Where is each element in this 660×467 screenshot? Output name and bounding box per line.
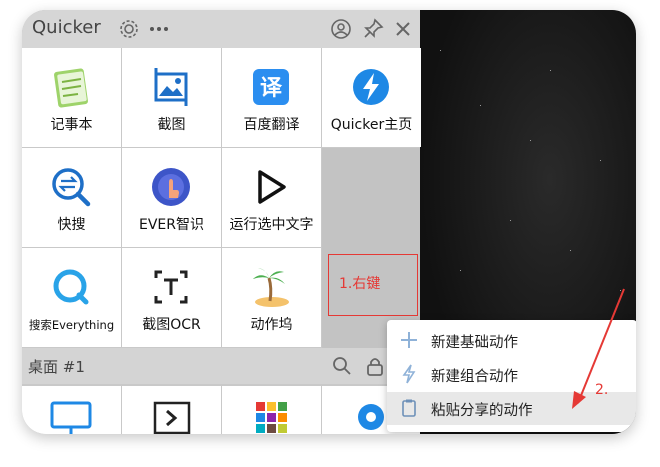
lightning-icon [402, 364, 416, 384]
annotation-right-click-area: 1.右键 [328, 254, 418, 316]
action-label: EVER智识 [139, 217, 204, 233]
empty-slot[interactable] [322, 148, 420, 348]
close-icon[interactable] [392, 18, 414, 40]
action-label: 百度翻译 [243, 117, 300, 133]
action-ever[interactable]: EVER智识 [122, 148, 221, 247]
action-label: 动作坞 [250, 317, 293, 333]
ever-icon [152, 168, 190, 206]
action-dock[interactable]: 动作坞 [222, 248, 321, 347]
plus-icon [401, 332, 417, 348]
action-label: Quicker主页 [330, 117, 413, 133]
svg-text:译: 译 [260, 76, 283, 101]
run-text-icon [258, 170, 286, 204]
action-screenshot[interactable]: 截图 [122, 48, 221, 147]
action-baidu-translate[interactable]: 译 百度翻译 [222, 48, 321, 147]
screenshot-icon [154, 68, 188, 106]
menu-item-label: 新建组合动作 [431, 369, 518, 385]
terminal-icon [153, 401, 191, 434]
user-icon[interactable] [330, 18, 352, 40]
desktop-bar: 桌面 #1 [22, 348, 420, 384]
app-grid-icon [256, 402, 287, 433]
notepad-icon [54, 68, 88, 108]
action-label: 截图 [157, 117, 186, 133]
translate-icon: 译 [253, 69, 289, 105]
action-notepad[interactable]: 记事本 [22, 48, 121, 147]
action-label: 记事本 [50, 117, 93, 133]
everything-search-icon [53, 269, 89, 305]
action-search-everything[interactable]: 搜索Everything [22, 248, 121, 347]
title-bar: Quicker [22, 10, 420, 48]
settings-gear-icon [358, 404, 384, 430]
desktop-item-apps[interactable] [222, 386, 321, 434]
quick-search-icon [52, 168, 91, 207]
palm-tree-icon [253, 268, 289, 307]
action-label: 搜索Everything [28, 318, 115, 332]
quicker-panel: Quicker 记事本 截图 译 百度翻译 Quicker主页 快搜 EVER智… [22, 10, 421, 434]
action-quicker-home[interactable]: Quicker主页 [322, 48, 421, 147]
menu-item-label: 粘贴分享的动作 [431, 403, 533, 419]
ocr-icon [154, 270, 188, 304]
action-quick-search[interactable]: 快搜 [22, 148, 121, 247]
app-title: Quicker [32, 17, 101, 38]
monitor-icon [50, 401, 92, 434]
menu-item-label: 新建基础动作 [431, 335, 518, 351]
more-icon[interactable] [148, 18, 170, 40]
desktop-item-terminal[interactable] [122, 386, 221, 434]
annotation-step2: 2. [595, 382, 609, 398]
annotation-arrow [572, 288, 625, 409]
annotation-step1: 1.右键 [339, 276, 381, 292]
search-icon[interactable] [332, 356, 352, 376]
gear-icon[interactable] [118, 18, 140, 40]
action-label: 运行选中文字 [229, 217, 314, 233]
desktop-item-monitor[interactable] [22, 386, 121, 434]
action-run-selected-text[interactable]: 运行选中文字 [222, 148, 321, 247]
lock-icon[interactable] [366, 356, 384, 376]
screenshot-frame: Quicker 记事本 截图 译 百度翻译 Quicker主页 快搜 EVER智… [22, 10, 636, 434]
clipboard-icon [402, 399, 416, 417]
desktop-label: 桌面 #1 [28, 358, 85, 376]
action-label: 快搜 [57, 217, 86, 233]
quicker-home-icon [353, 69, 389, 105]
pin-icon[interactable] [362, 18, 384, 40]
action-screenshot-ocr[interactable]: 截图OCR [122, 248, 221, 347]
action-label: 截图OCR [142, 317, 201, 333]
